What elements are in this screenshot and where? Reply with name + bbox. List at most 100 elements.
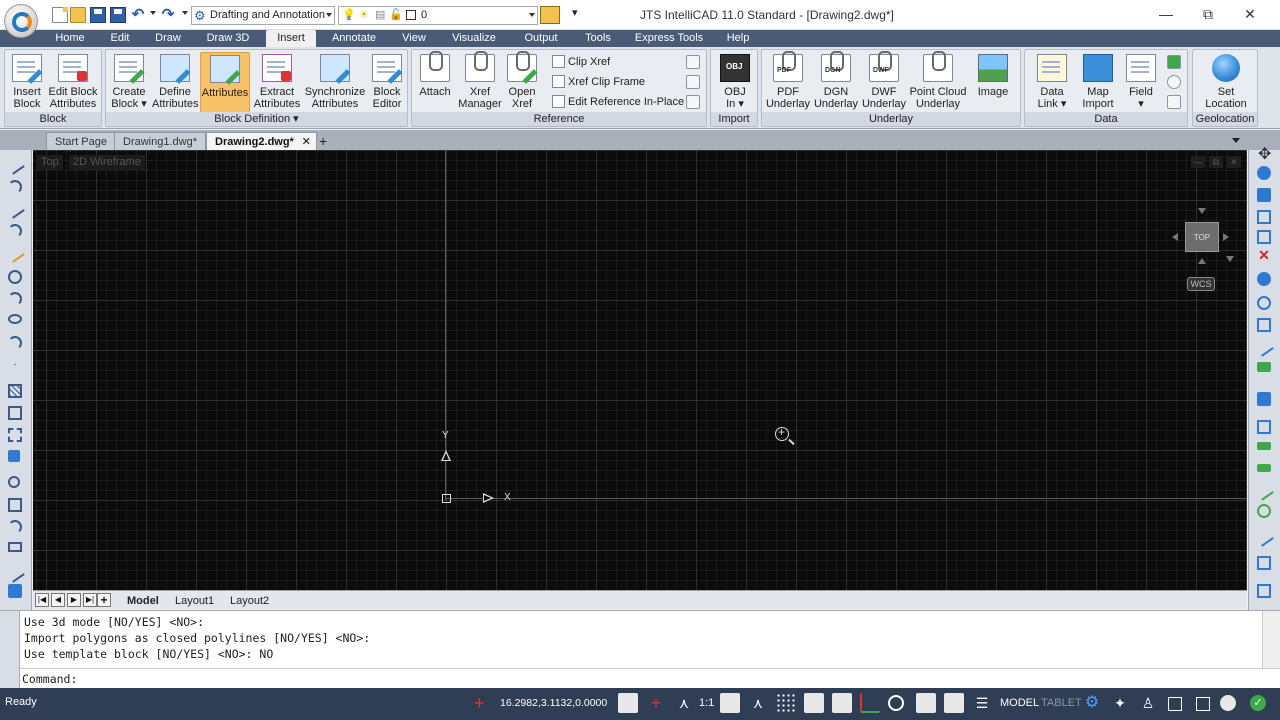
workspace-select[interactable]: ⚙ Drafting and Annotation <box>191 6 335 25</box>
model-toggle[interactable]: MODEL <box>1000 697 1039 709</box>
pencil-tool-icon[interactable] <box>5 243 25 263</box>
tab-list-dropdown-icon[interactable] <box>1232 138 1240 143</box>
tab-express-tools[interactable]: Express Tools <box>632 30 706 47</box>
field-button[interactable]: Field ▾ <box>1121 52 1161 114</box>
arc-tool-icon[interactable] <box>8 180 22 194</box>
new-file-icon[interactable] <box>52 7 68 23</box>
reference-option-icon[interactable] <box>686 55 700 69</box>
clean-screen-icon[interactable] <box>1164 693 1184 713</box>
scale-tool-icon[interactable] <box>1257 318 1271 332</box>
break-tool-icon[interactable] <box>1257 420 1271 434</box>
dgn-underlay-button[interactable]: DGN DGN Underlay <box>812 51 860 114</box>
last-layout-button[interactable]: ▶| <box>83 593 97 607</box>
tab-output[interactable]: Output <box>516 30 566 47</box>
undo-dropdown-icon[interactable] <box>150 11 156 15</box>
snap-toggle-icon[interactable] <box>618 693 638 713</box>
map-import-button[interactable]: Map Import <box>1077 52 1119 114</box>
donut-tool-icon[interactable] <box>8 476 20 488</box>
revcloud-tool-icon[interactable] <box>8 336 22 350</box>
block-editor-button[interactable]: Block Editor <box>368 52 406 114</box>
tab-view[interactable]: View <box>394 30 434 47</box>
open-folder-icon[interactable] <box>70 7 86 23</box>
data-option-icon[interactable] <box>1167 95 1181 109</box>
rectangle-tool-icon[interactable] <box>8 406 22 420</box>
reference-option-icon[interactable] <box>686 75 700 89</box>
obj-in-button[interactable]: OBJ OBJ In ▾ <box>714 52 756 114</box>
ellipse-tool-icon[interactable] <box>8 314 22 324</box>
block-tool-icon[interactable] <box>8 450 20 462</box>
refresh-tool-icon[interactable] <box>8 584 22 598</box>
xref-clip-frame-button[interactable]: Xref Clip Frame <box>552 73 645 91</box>
erase-tool-icon[interactable]: ✕ <box>1257 248 1271 262</box>
tablet-toggle[interactable]: TABLET <box>1041 697 1082 709</box>
viewport-restore-icon[interactable]: ⧉ <box>1209 156 1223 168</box>
annotation-visibility-icon[interactable]: ⋏ <box>674 693 694 713</box>
clip-xref-button[interactable]: Clip Xref <box>552 53 610 71</box>
panel-title[interactable]: Block Definition ▾ <box>106 112 407 126</box>
tab-insert[interactable]: Insert <box>266 30 316 47</box>
command-input[interactable]: Command: <box>20 668 1280 689</box>
tab-drawing1[interactable]: Drawing1.dwg* <box>114 132 206 150</box>
tab-layout2[interactable]: Layout2 <box>230 593 269 609</box>
tab-edit[interactable]: Edit <box>100 30 140 47</box>
tab-layout1[interactable]: Layout1 <box>175 593 214 609</box>
annotation-monitor-icon[interactable]: ✦ <box>1110 693 1130 713</box>
add-tab-button[interactable]: + <box>319 132 327 150</box>
command-window-grip[interactable] <box>0 611 20 689</box>
tab-visualize[interactable]: Visualize <box>446 30 502 47</box>
insert-block-button[interactable]: Insert Block <box>7 52 47 114</box>
first-layout-button[interactable]: |◀ <box>35 593 49 607</box>
lengthen-tool-icon[interactable] <box>1254 527 1274 547</box>
create-block-button[interactable]: Create Block ▾ <box>108 52 150 114</box>
customize-toolbar-icon[interactable]: ▾ <box>572 6 578 19</box>
layer-manager-icon[interactable] <box>540 6 560 24</box>
move-tool-icon[interactable]: ✥ <box>1258 144 1272 163</box>
point-tool-icon[interactable]: · <box>8 360 22 374</box>
tab-home[interactable]: Home <box>48 30 92 47</box>
redo-dropdown-icon[interactable] <box>182 11 188 15</box>
cube-arrow-down-icon[interactable] <box>1198 258 1206 264</box>
view-cube[interactable]: TOP <box>1185 222 1219 252</box>
reference-option-icon[interactable] <box>686 95 700 109</box>
command-scrollbar[interactable] <box>1262 611 1280 669</box>
settings-gear-icon[interactable]: ⚙ <box>1082 693 1102 713</box>
edit-reference-in-place-button[interactable]: Edit Reference In-Place <box>552 93 684 111</box>
previous-layout-button[interactable]: ◀ <box>51 593 65 607</box>
workspace-icon[interactable]: ⋏ <box>748 693 768 713</box>
fillet-tool-icon[interactable] <box>1254 481 1274 501</box>
tab-drawing2[interactable]: Drawing2.dwg* ✕ <box>206 132 317 150</box>
circle-tool-icon[interactable] <box>8 270 22 284</box>
helix-tool-icon[interactable] <box>8 520 22 534</box>
dwf-underlay-button[interactable]: DWF DWF Underlay <box>860 51 908 114</box>
lineweight-icon[interactable] <box>944 693 964 713</box>
polar-tracking-icon[interactable] <box>832 693 852 713</box>
hatch-tool-icon[interactable] <box>8 384 22 398</box>
isolate-objects-icon[interactable] <box>1220 695 1236 711</box>
annotation-scale[interactable]: 1:1 <box>699 697 714 709</box>
wipeout-tool-icon[interactable] <box>8 542 22 552</box>
tab-annotate[interactable]: Annotate <box>326 30 382 47</box>
list-tool-icon[interactable] <box>1257 584 1271 598</box>
status-ok-icon[interactable]: ✓ <box>1250 695 1266 711</box>
close-tab-icon[interactable]: ✕ <box>302 133 311 151</box>
close-button[interactable]: ✕ <box>1230 4 1270 24</box>
tab-model[interactable]: Model <box>127 593 159 609</box>
viewport-close-icon[interactable]: ✕ <box>1227 156 1241 168</box>
maximize-button[interactable]: ⧉ <box>1188 4 1228 24</box>
ucs-toggle-icon[interactable] <box>860 693 880 713</box>
object-tracking-icon[interactable] <box>916 693 936 713</box>
edit-block-attributes-button[interactable]: Edit Block Attributes <box>47 52 99 114</box>
view-label-visual-style[interactable]: 2D Wireframe <box>69 155 145 170</box>
minimize-button[interactable]: — <box>1146 4 1186 24</box>
array-tool-icon[interactable] <box>1257 230 1271 244</box>
ortho-toggle-icon[interactable]: + <box>646 693 666 713</box>
cube-menu-icon[interactable] <box>1226 256 1234 262</box>
tab-tools[interactable]: Tools <box>578 30 618 47</box>
wcs-menu-button[interactable]: WCS <box>1187 277 1215 291</box>
globe-small-icon[interactable] <box>1167 75 1181 89</box>
stretch-tool-icon[interactable] <box>1254 337 1274 357</box>
snap-mode-icon[interactable] <box>804 693 824 713</box>
tab-draw[interactable]: Draw <box>148 30 188 47</box>
region-tool-icon[interactable] <box>8 428 22 442</box>
app-logo-icon[interactable] <box>4 4 38 38</box>
